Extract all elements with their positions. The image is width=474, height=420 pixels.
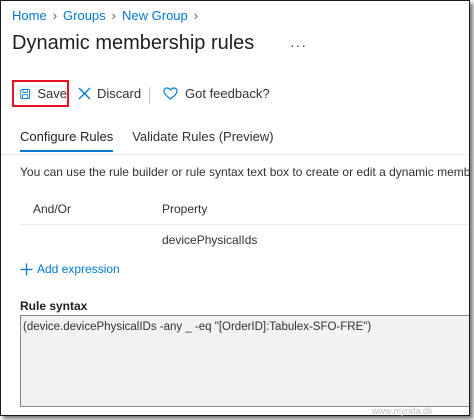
breadcrumb-home[interactable]: Home <box>12 8 47 23</box>
description-text: You can use the rule builder or rule syn… <box>20 165 470 179</box>
close-icon <box>78 87 91 100</box>
breadcrumb: Home › Groups › New Group › <box>12 8 204 23</box>
command-bar: Save Discard Got feedback? <box>1 79 469 109</box>
discard-button-label: Discard <box>97 86 142 101</box>
add-expression-button[interactable]: Add expression <box>20 262 120 276</box>
discard-button[interactable]: Discard <box>78 86 141 101</box>
property-cell[interactable]: devicePhysicalIds <box>162 233 257 247</box>
tab-list: Configure Rules Validate Rules (Preview) <box>20 129 274 152</box>
heart-icon <box>163 87 178 100</box>
feedback-button[interactable]: Got feedback? <box>163 86 270 101</box>
rule-syntax-label: Rule syntax <box>20 299 88 313</box>
chevron-right-icon: › <box>193 8 199 23</box>
column-header-and-or: And/Or <box>33 202 72 216</box>
watermark: www.mynda.dk <box>372 406 433 416</box>
breadcrumb-groups[interactable]: Groups <box>63 8 106 23</box>
plus-icon <box>20 263 33 275</box>
save-button-label: Save <box>37 86 67 101</box>
rule-syntax-textbox[interactable]: (device.devicePhysicalIDs -any _ -eq "[O… <box>20 315 469 407</box>
app-window: Home › Groups › New Group › Dynamic memb… <box>0 0 470 416</box>
toolbar-divider <box>149 87 150 103</box>
page-title: Dynamic membership rules <box>12 32 255 54</box>
rule-table-header: And/Or Property <box>20 194 469 225</box>
chevron-right-icon: › <box>52 8 58 23</box>
table-row[interactable]: devicePhysicalIds <box>20 225 469 253</box>
chevron-right-icon: › <box>111 8 117 23</box>
tab-divider <box>1 154 469 155</box>
column-header-property: Property <box>162 202 208 216</box>
save-icon <box>20 88 31 99</box>
save-button[interactable]: Save <box>12 80 69 107</box>
tab-validate-rules[interactable]: Validate Rules (Preview) <box>132 129 273 152</box>
more-options-icon[interactable]: ··· <box>290 37 307 53</box>
tab-configure-rules[interactable]: Configure Rules <box>20 129 114 152</box>
feedback-button-label: Got feedback? <box>185 86 270 101</box>
breadcrumb-new-group[interactable]: New Group <box>122 8 188 23</box>
add-expression-label: Add expression <box>37 262 120 276</box>
